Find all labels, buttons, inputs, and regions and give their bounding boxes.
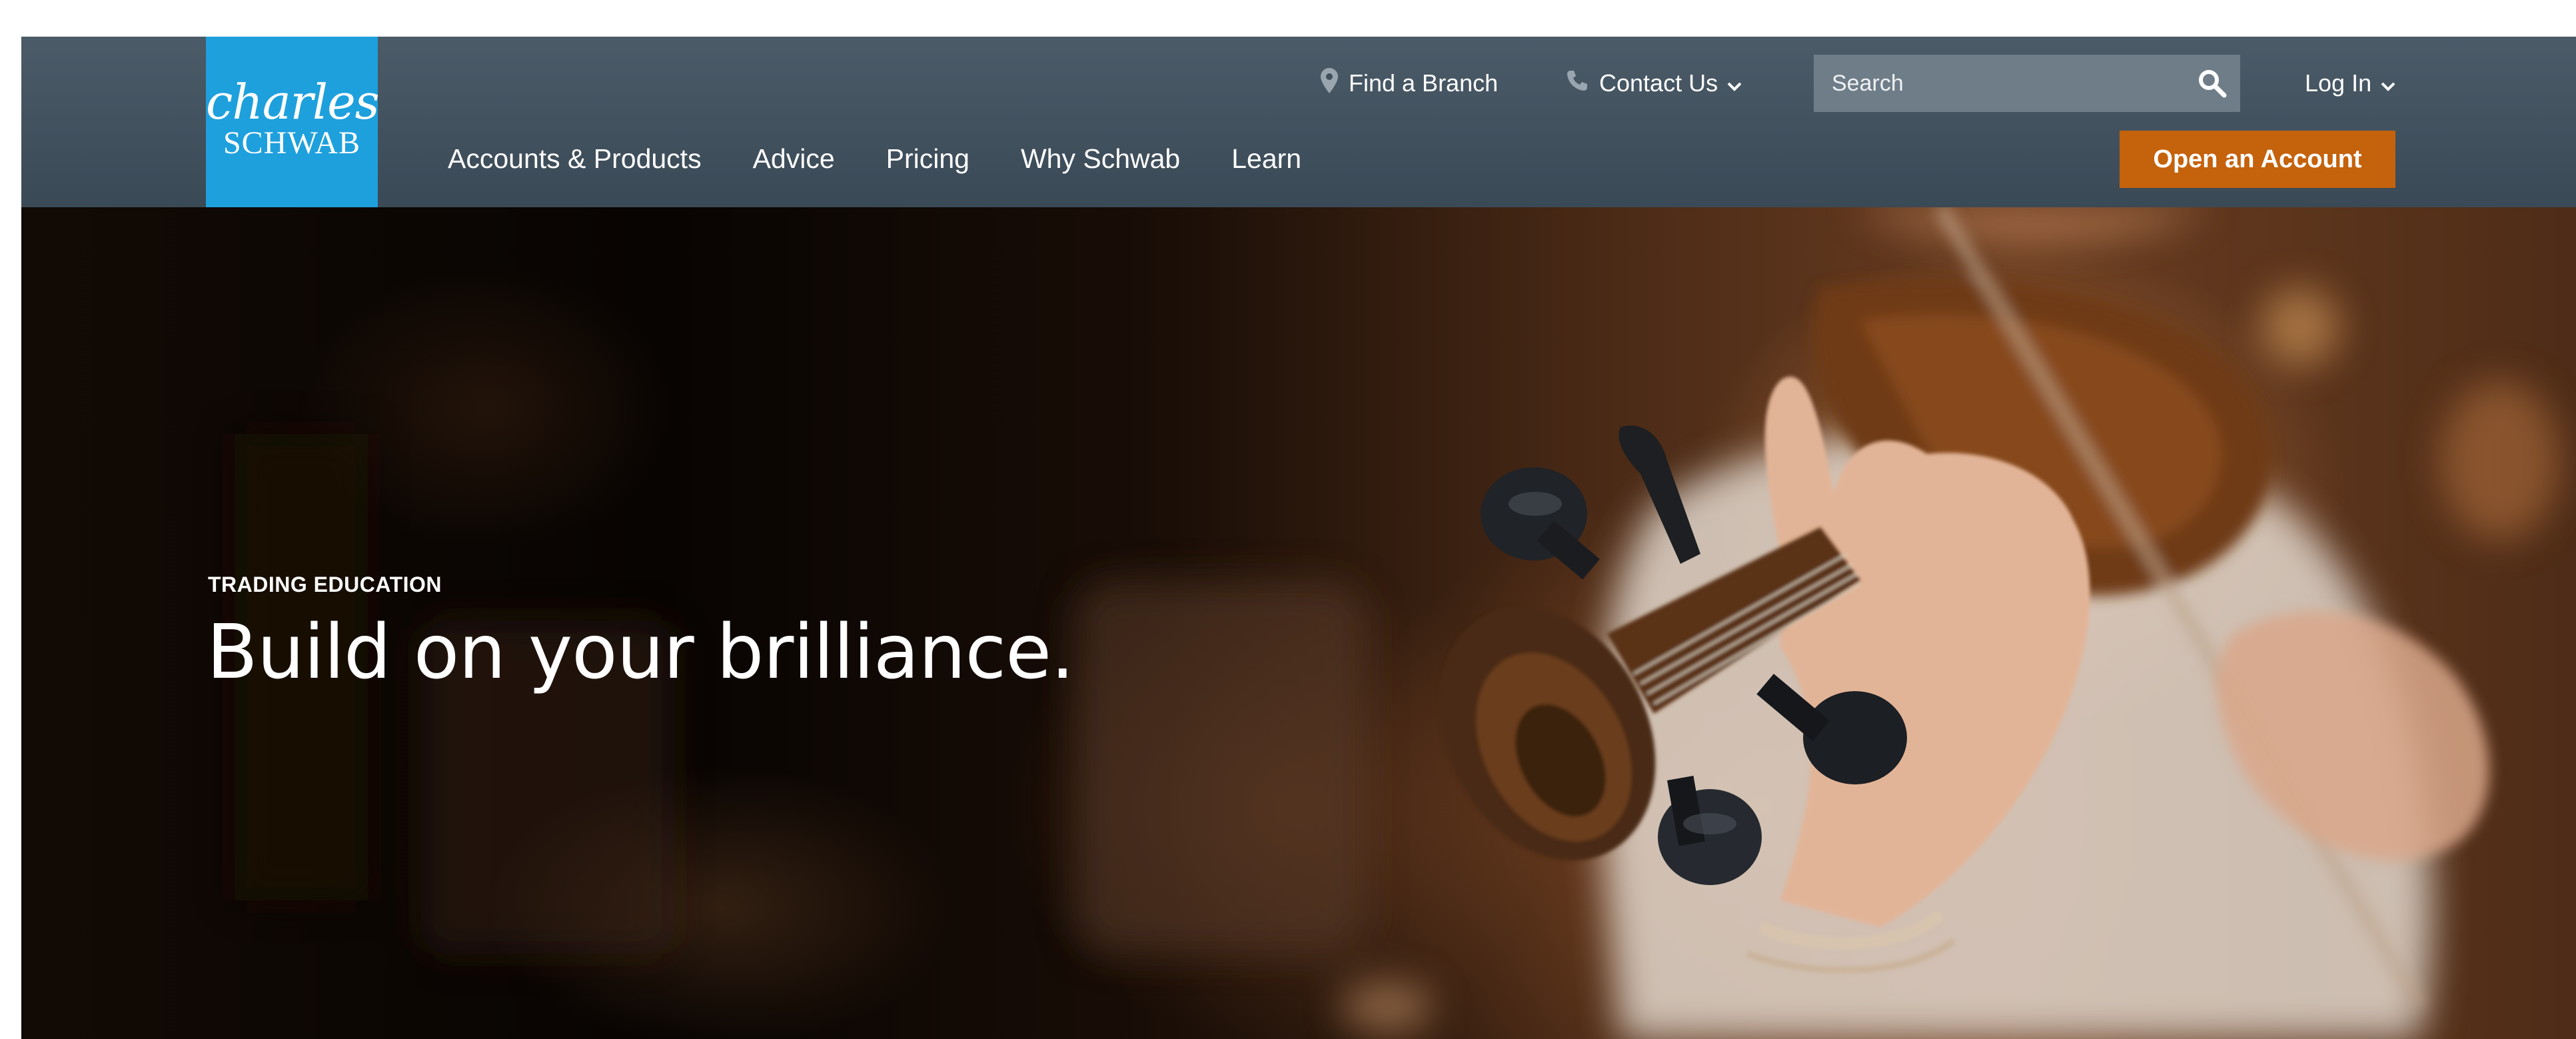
log-in-label: Log In	[2305, 69, 2372, 97]
search-box	[1814, 55, 2240, 112]
find-branch-label: Find a Branch	[1349, 69, 1499, 97]
chevron-down-icon	[1727, 69, 1742, 97]
page: charles SCHWAB Find a Branch Contact Us	[21, 37, 2576, 1039]
nav-item-pricing[interactable]: Pricing	[886, 143, 969, 175]
nav-item-why-schwab[interactable]: Why Schwab	[1021, 143, 1180, 175]
main-navigation: Accounts & Products Advice Pricing Why S…	[448, 135, 1353, 182]
log-in-menu[interactable]: Log In	[2305, 63, 2395, 103]
hero-banner: TRADING EDUCATION Build on your brillian…	[21, 207, 2576, 1039]
phone-icon	[1566, 69, 1589, 98]
chevron-down-icon	[2381, 69, 2395, 97]
search-icon[interactable]	[2196, 67, 2228, 99]
open-account-button[interactable]: Open an Account	[2120, 131, 2395, 188]
nav-item-accounts-products[interactable]: Accounts & Products	[448, 143, 702, 175]
nav-item-learn[interactable]: Learn	[1231, 143, 1301, 175]
map-pin-icon	[1321, 67, 1338, 99]
site-header: charles SCHWAB Find a Branch Contact Us	[21, 37, 2576, 207]
logo-wordmark-charles: charles	[206, 74, 380, 130]
contact-us-menu[interactable]: Contact Us	[1566, 63, 1742, 103]
charles-schwab-logo[interactable]: charles SCHWAB	[206, 37, 380, 207]
search-input[interactable]	[1814, 55, 2174, 112]
find-branch-link[interactable]: Find a Branch	[1321, 63, 1498, 103]
hero-eyebrow: TRADING EDUCATION	[208, 572, 442, 596]
logo-wordmark-schwab: SCHWAB	[223, 125, 361, 161]
hero-headline: Build on your brilliance.	[207, 609, 1075, 696]
nav-item-advice[interactable]: Advice	[753, 143, 835, 175]
contact-us-label: Contact Us	[1599, 69, 1718, 97]
